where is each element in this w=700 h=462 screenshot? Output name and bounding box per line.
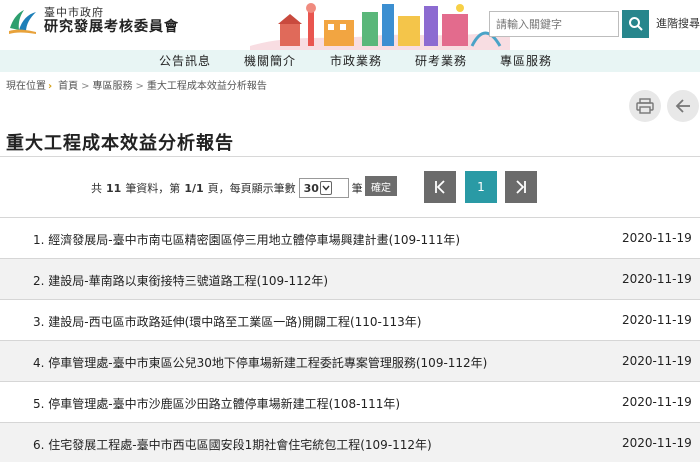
main-nav: 公告訊息 機關簡介 市政業務 研考業務 專區服務 [0, 50, 700, 72]
logo-line-1: 臺中市政府 [44, 5, 104, 19]
list-item-date: 2020-11-19 [622, 354, 692, 368]
pager-page-suffix: 頁，每頁顯示筆數 [207, 182, 296, 195]
list-item-title[interactable]: 2. 建設局-華南路以東銜接特三號道路工程(109-112年) [33, 272, 328, 289]
list-item-title[interactable]: 1. 經濟發展局-臺中市南屯區精密園區停三用地立體停車場興建計畫(109-111… [33, 231, 460, 248]
nav-item-announcements[interactable]: 公告訊息 [159, 52, 211, 69]
list-item[interactable]: 6. 住宅發展工程處-臺中市西屯區國安段1期社會住宅統包工程(109-112年)… [0, 422, 700, 462]
per-page-suffix: 筆 [351, 182, 363, 195]
report-list: 1. 經濟發展局-臺中市南屯區精密園區停三用地立體停車場興建計畫(109-111… [0, 217, 700, 462]
logo-mark-icon [6, 4, 40, 38]
print-button[interactable] [629, 90, 661, 122]
city-skyline-banner [250, 3, 510, 50]
list-item-date: 2020-11-19 [622, 313, 692, 327]
nav-item-about[interactable]: 機關簡介 [244, 52, 296, 69]
pager-page-current: 1/1 [184, 181, 204, 195]
list-item-date: 2020-11-19 [622, 272, 692, 286]
search-input[interactable] [490, 12, 618, 36]
nav-item-services[interactable]: 專區服務 [500, 52, 552, 69]
per-page-select[interactable]: 30 [298, 178, 349, 198]
first-page-icon [435, 180, 445, 194]
list-item[interactable]: 5. 停車管理處-臺中市沙鹿區沙田路立體停車場新建工程(108-111年) 20… [0, 381, 700, 422]
list-item-date: 2020-11-19 [622, 436, 692, 450]
breadcrumb: 現在位置 › 首頁 > 專區服務 > 重大工程成本效益分析報告 [6, 77, 267, 92]
pager-total: 11 [106, 181, 122, 195]
page-title: 重大工程成本效益分析報告 [6, 133, 234, 154]
list-item-title[interactable]: 4. 停車管理處-臺中市東區公兒30地下停車場新建工程委託專案管理服務(109-… [33, 354, 487, 371]
breadcrumb-prefix: 現在位置 [6, 81, 46, 92]
search-box[interactable] [489, 11, 619, 37]
pager-total-prefix: 共 [91, 182, 102, 195]
back-button[interactable] [667, 90, 699, 122]
printer-icon [636, 98, 654, 114]
advanced-search-link[interactable]: 進階搜尋 [656, 15, 700, 31]
pager-total-suffix: 筆資料，第 [125, 182, 181, 195]
list-item[interactable]: 2. 建設局-華南路以東銜接特三號道路工程(109-112年) 2020-11-… [0, 258, 700, 299]
confirm-button[interactable]: 確定 [365, 176, 397, 196]
page-button-current[interactable]: 1 [465, 171, 497, 203]
chevron-right-icon: › [48, 81, 53, 92]
list-item-title[interactable]: 3. 建設局-西屯區市政路延伸(環中路至工業區一路)開闢工程(110-113年) [33, 313, 421, 330]
last-page-button[interactable] [505, 171, 537, 203]
nav-item-research[interactable]: 研考業務 [415, 52, 467, 69]
site-header: 臺中市政府 研究發展考核委員會 進階搜尋 公告訊息 機關簡介 市政業務 研考業務 [0, 0, 700, 72]
last-page-icon [516, 180, 526, 194]
list-item[interactable]: 3. 建設局-西屯區市政路延伸(環中路至工業區一路)開闢工程(110-113年)… [0, 299, 700, 340]
list-item-title[interactable]: 6. 住宅發展工程處-臺中市西屯區國安段1期社會住宅統包工程(109-112年) [33, 436, 432, 453]
breadcrumb-home[interactable]: 首頁 [58, 81, 78, 92]
list-item-date: 2020-11-19 [622, 395, 692, 409]
site-logo[interactable]: 臺中市政府 研究發展考核委員會 [6, 4, 179, 38]
arrow-left-icon [675, 99, 690, 113]
search-button[interactable] [622, 10, 649, 38]
list-item[interactable]: 4. 停車管理處-臺中市東區公兒30地下停車場新建工程委託專案管理服務(109-… [0, 340, 700, 381]
nav-item-municipal[interactable]: 市政業務 [330, 52, 382, 69]
per-page-value: 30 [303, 181, 319, 195]
search-icon [628, 17, 643, 31]
pager-info: 共 11 筆資料，第 1/1 頁，每頁顯示筆數 30 筆 [91, 178, 363, 198]
logo-line-2: 研究發展考核委員會 [44, 19, 179, 36]
breadcrumb-services[interactable]: 專區服務 [93, 81, 133, 92]
breadcrumb-separator: > [81, 81, 90, 92]
list-item-title[interactable]: 5. 停車管理處-臺中市沙鹿區沙田路立體停車場新建工程(108-111年) [33, 395, 400, 412]
first-page-button[interactable] [424, 171, 456, 203]
breadcrumb-separator: > [135, 81, 144, 92]
title-divider [0, 156, 700, 157]
chevron-down-icon [319, 181, 332, 195]
list-item[interactable]: 1. 經濟發展局-臺中市南屯區精密園區停三用地立體停車場興建計畫(109-111… [0, 217, 700, 258]
list-item-date: 2020-11-19 [622, 231, 692, 245]
breadcrumb-current: 重大工程成本效益分析報告 [146, 81, 267, 92]
